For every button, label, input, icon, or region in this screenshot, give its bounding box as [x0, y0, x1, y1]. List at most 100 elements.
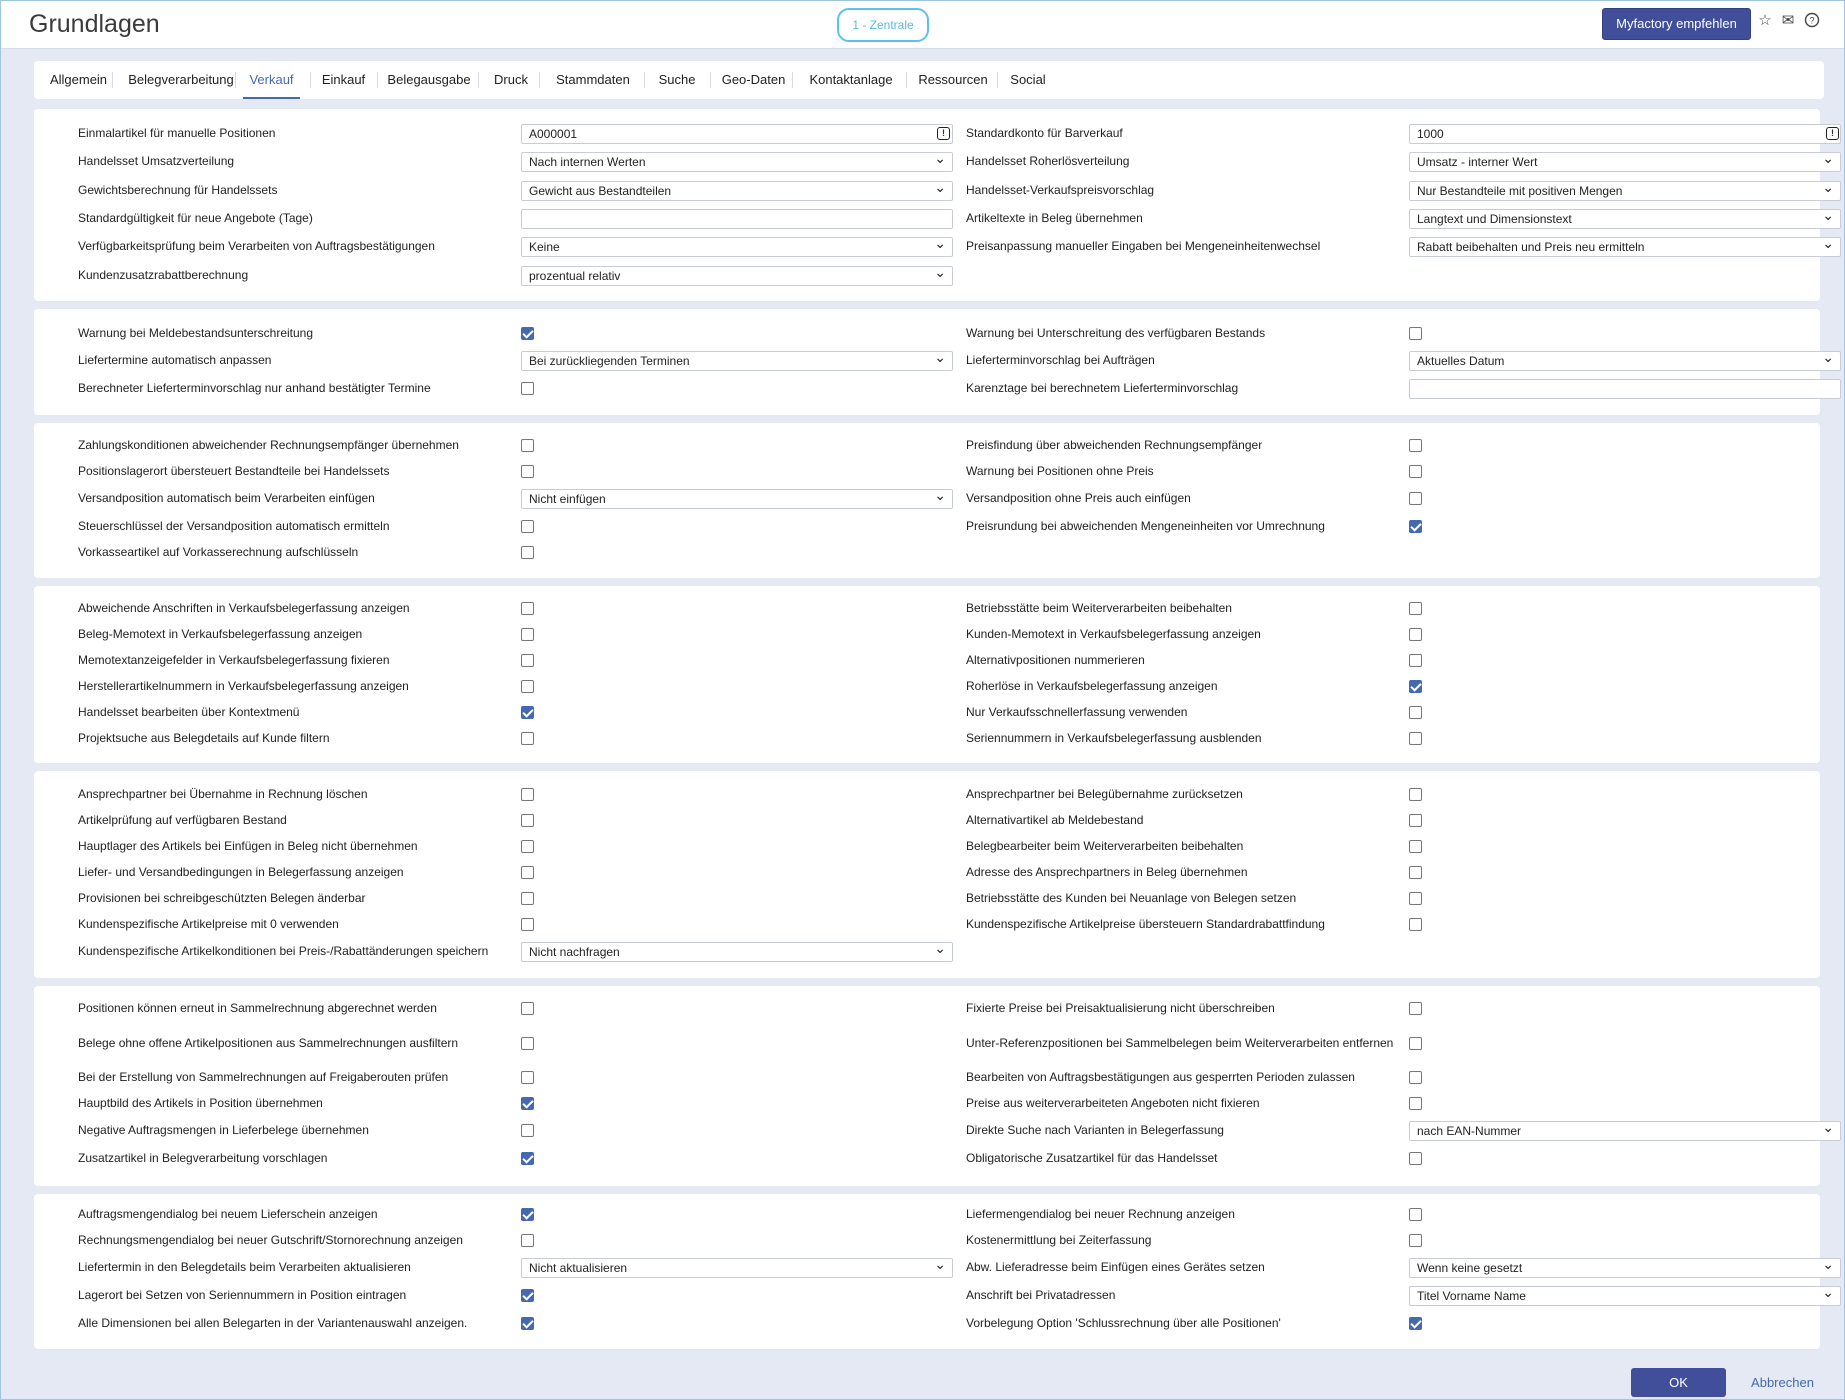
anschrift-bei-privatadressen-select[interactable]: Titel Vorname Name ⌄ — [1409, 1284, 1841, 1306]
abw-lieferadresse-beim-einfügen-eines-gerätes-se-select[interactable]: Wenn keine gesetzt ⌄ — [1409, 1256, 1841, 1278]
liefertermin-in-den-belegdetails-beim-verarbeite-select[interactable]: Nicht aktualisieren ⌄ — [521, 1256, 953, 1278]
ansprechpartner-bei-übernahme-in-rechnung-lösche-checkbox[interactable] — [521, 788, 534, 801]
unter-referenzpositionen-bei-sammelbelegen-beim--checkbox[interactable] — [1409, 1037, 1422, 1050]
handelsset-verkaufspreisvorschlag-select[interactable]: Nur Bestandteile mit positiven Mengen ⌄ — [1409, 179, 1841, 201]
hauptlager-des-artikels-bei-einfügen-in-beleg-ni-checkbox[interactable] — [521, 840, 534, 853]
tab-druck[interactable]: Druck — [487, 61, 535, 99]
zusatzartikel-in-belegverarbeitung-vorschlagen-checkbox[interactable] — [521, 1152, 534, 1165]
tab-stammdaten[interactable]: Stammdaten — [549, 61, 637, 99]
cancel-button[interactable]: Abbrechen — [1735, 1368, 1830, 1397]
abweichende-anschriften-in-verkaufsbelegerfassun-checkbox[interactable] — [521, 602, 534, 615]
karenztage-bei-berechnetem-lieferterminvorschlag-input[interactable] — [1409, 379, 1841, 399]
versandposition-automatisch-beim-verarbeiten-ein-select[interactable]: Nicht einfügen ⌄ — [521, 487, 953, 509]
ok-button[interactable]: OK — [1631, 1368, 1726, 1397]
obligatorische-zusatzartikel-für-das-handelsset-checkbox[interactable] — [1409, 1152, 1422, 1165]
projektsuche-aus-belegdetails-auf-kunde-filtern-checkbox[interactable] — [521, 732, 534, 745]
handelsset-umsatzverteilung-select[interactable]: Nach internen Werten ⌄ — [521, 150, 953, 172]
alle-dimensionen-bei-allen-belegarten-in-der-var-checkbox[interactable] — [521, 1317, 534, 1330]
tab-ressourcen[interactable]: Ressourcen — [912, 61, 994, 99]
alternativartikel-ab-meldebestand-checkbox[interactable] — [1409, 814, 1422, 827]
kunden-memotext-in-verkaufsbelegerfassung-anzeig-checkbox[interactable] — [1409, 628, 1422, 641]
nur-verkaufsschnellerfassung-verwenden-checkbox[interactable] — [1409, 706, 1422, 719]
kostenermittlung-bei-zeiterfassung-checkbox[interactable] — [1409, 1234, 1422, 1247]
chevron-down-icon: ⌄ — [1822, 1284, 1834, 1300]
chevron-down-icon: ⌄ — [934, 179, 946, 195]
artikelprüfung-auf-verfügbaren-bestand-checkbox[interactable] — [521, 814, 534, 827]
auftragsmengendialog-bei-neuem-lieferschein-anze-checkbox[interactable] — [521, 1208, 534, 1221]
betriebsstätte-beim-weiterverarbeiten-beibehalte-checkbox[interactable] — [1409, 602, 1422, 615]
warnung-bei-meldebestandsunterschreitung-checkbox[interactable] — [521, 327, 534, 340]
ansprechpartner-bei-belegübernahme-zurücksetzen-checkbox[interactable] — [1409, 788, 1422, 801]
tab-verkauf[interactable]: Verkauf — [243, 61, 300, 99]
berechneter-lieferterminvorschlag-nur-anhand-bes-checkbox[interactable] — [521, 382, 534, 395]
preisfindung-über-abweichenden-rechnungsempfänge-checkbox[interactable] — [1409, 439, 1422, 452]
einmalartikel-für-manuelle-positionen-input[interactable]: A000001 — [521, 124, 953, 144]
belegbearbeiter-beim-weiterverarbeiten-beibehalt-checkbox[interactable] — [1409, 840, 1422, 853]
handelsset-roherlösverteilung-select[interactable]: Umsatz - interner Wert ⌄ — [1409, 150, 1841, 172]
setting-label: Abw. Lieferadresse beim Einfügen eines G… — [966, 1260, 1265, 1274]
bearbeiten-von-auftragsbestätigungen-aus-gesperr-checkbox[interactable] — [1409, 1071, 1422, 1084]
client-selector[interactable]: 1 - Zentrale — [837, 8, 929, 42]
preisrundung-bei-abweichenden-mengeneinheiten-vo-checkbox[interactable] — [1409, 520, 1422, 533]
field-value: Bei zurückliegenden Terminen — [529, 354, 690, 368]
verfügbarkeitsprüfung-beim-verarbeiten-von-auftr-select[interactable]: Keine ⌄ — [521, 235, 953, 257]
star-icon[interactable]: ☆ — [1756, 12, 1774, 30]
kundenzusatzrabattberechnung-select[interactable]: prozentual relativ ⌄ — [521, 264, 953, 286]
zahlungskonditionen-abweichender-rechnungsempfän-checkbox[interactable] — [521, 439, 534, 452]
roherlöse-in-verkaufsbelegerfassung-anzeigen-checkbox[interactable] — [1409, 680, 1422, 693]
tab-einkauf[interactable]: Einkauf — [317, 61, 370, 99]
memotextanzeigefelder-in-verkaufsbelegerfassung--checkbox[interactable] — [521, 654, 534, 667]
info-icon[interactable]: ! — [1826, 127, 1839, 140]
kundenspezifische-artikelpreise-übersteuern-stan-checkbox[interactable] — [1409, 918, 1422, 931]
fixierte-preise-bei-preisaktualisierung-nicht-üb-checkbox[interactable] — [1409, 1002, 1422, 1015]
betriebsstätte-des-kunden-bei-neuanlage-von-bele-checkbox[interactable] — [1409, 892, 1422, 905]
seriennummern-in-verkaufsbelegerfassung-ausblend-checkbox[interactable] — [1409, 732, 1422, 745]
negative-auftragsmengen-in-lieferbelege-übernehm-checkbox[interactable] — [521, 1124, 534, 1137]
belege-ohne-offene-artikelpositionen-aus-sammelr-checkbox[interactable] — [521, 1037, 534, 1050]
tab-allgemein[interactable]: Allgemein — [43, 61, 114, 99]
vorkasseartikel-auf-vorkasserechnung-aufschlüsse-checkbox[interactable] — [521, 546, 534, 559]
liefertermine-automatisch-anpassen-select[interactable]: Bei zurückliegenden Terminen ⌄ — [521, 349, 953, 371]
provisionen-bei-schreibgeschützten-belegen-änder-checkbox[interactable] — [521, 892, 534, 905]
warnung-bei-unterschreitung-des-verfügbaren-best-checkbox[interactable] — [1409, 327, 1422, 340]
handelsset-bearbeiten-über-kontextmenü-checkbox[interactable] — [521, 706, 534, 719]
tab-social[interactable]: Social — [1006, 61, 1050, 99]
tab-geo-daten[interactable]: Geo-Daten — [717, 61, 790, 99]
kundenspezifische-artikelpreise-mit-0-verwenden-checkbox[interactable] — [521, 918, 534, 931]
lieferterminvorschlag-bei-aufträgen-select[interactable]: Aktuelles Datum ⌄ — [1409, 349, 1841, 371]
tab-kontaktanlage[interactable]: Kontaktanlage — [803, 61, 899, 99]
preise-aus-weiterverarbeiteten-angeboten-nicht-f-checkbox[interactable] — [1409, 1097, 1422, 1110]
positionen-können-erneut-in-sammelrechnung-abger-checkbox[interactable] — [521, 1002, 534, 1015]
preisanpassung-manueller-eingaben-bei-mengeneinh-select[interactable]: Rabatt beibehalten und Preis neu ermitte… — [1409, 235, 1841, 257]
setting-label: Provisionen bei schreibgeschützten Beleg… — [78, 891, 366, 905]
info-icon[interactable]: ! — [937, 127, 950, 140]
standardkonto-für-barverkauf-input[interactable]: 1000 — [1409, 124, 1841, 144]
steuerschlüssel-der-versandposition-automatisch--checkbox[interactable] — [521, 520, 534, 533]
liefer-und-versandbedingungen-in-belegerfassung--checkbox[interactable] — [521, 866, 534, 879]
standardgültigkeit-für-neue-angebote-tage-input[interactable] — [521, 209, 953, 229]
rechnungsmengendialog-bei-neuer-gutschrift-storn-checkbox[interactable] — [521, 1234, 534, 1247]
direkte-suche-nach-varianten-in-belegerfassung-select[interactable]: nach EAN-Nummer ⌄ — [1409, 1119, 1841, 1141]
tab-suche[interactable]: Suche — [650, 61, 704, 99]
recommend-button[interactable]: Myfactory empfehlen — [1602, 8, 1751, 40]
mail-icon[interactable]: ✉ — [1779, 12, 1797, 30]
tab-belegausgabe[interactable]: Belegausgabe — [385, 61, 473, 99]
adresse-des-ansprechpartners-in-beleg-übernehmen-checkbox[interactable] — [1409, 866, 1422, 879]
gewichtsberechnung-für-handelssets-select[interactable]: Gewicht aus Bestandteilen ⌄ — [521, 179, 953, 201]
artikeltexte-in-beleg-übernehmen-select[interactable]: Langtext und Dimensionstext ⌄ — [1409, 207, 1841, 229]
kundenspezifische-artikelkonditionen-bei-preis-r-select[interactable]: Nicht nachfragen ⌄ — [521, 940, 953, 962]
liefermengendialog-bei-neuer-rechnung-anzeigen-checkbox[interactable] — [1409, 1208, 1422, 1221]
herstellerartikelnummern-in-verkaufsbelegerfassu-checkbox[interactable] — [521, 680, 534, 693]
tab-belegverarbeitung[interactable]: Belegverarbeitung — [118, 61, 244, 99]
lagerort-bei-setzen-von-seriennummern-in-positio-checkbox[interactable] — [521, 1289, 534, 1302]
warnung-bei-positionen-ohne-preis-checkbox[interactable] — [1409, 465, 1422, 478]
chevron-down-icon: ⌄ — [1822, 349, 1834, 365]
beleg-memotext-in-verkaufsbelegerfassung-anzeige-checkbox[interactable] — [521, 628, 534, 641]
versandposition-ohne-preis-auch-einfügen-checkbox[interactable] — [1409, 492, 1422, 505]
alternativpositionen-nummerieren-checkbox[interactable] — [1409, 654, 1422, 667]
vorbelegung-option-schlussrechnung-über-alle-pos-checkbox[interactable] — [1409, 1317, 1422, 1330]
bei-der-erstellung-von-sammelrechnungen-auf-frei-checkbox[interactable] — [521, 1071, 534, 1084]
hauptbild-des-artikels-in-position-übernehmen-checkbox[interactable] — [521, 1097, 534, 1110]
positionslagerort-übersteuert-bestandteile-bei-h-checkbox[interactable] — [521, 465, 534, 478]
help-icon[interactable]: ? — [1803, 12, 1821, 30]
